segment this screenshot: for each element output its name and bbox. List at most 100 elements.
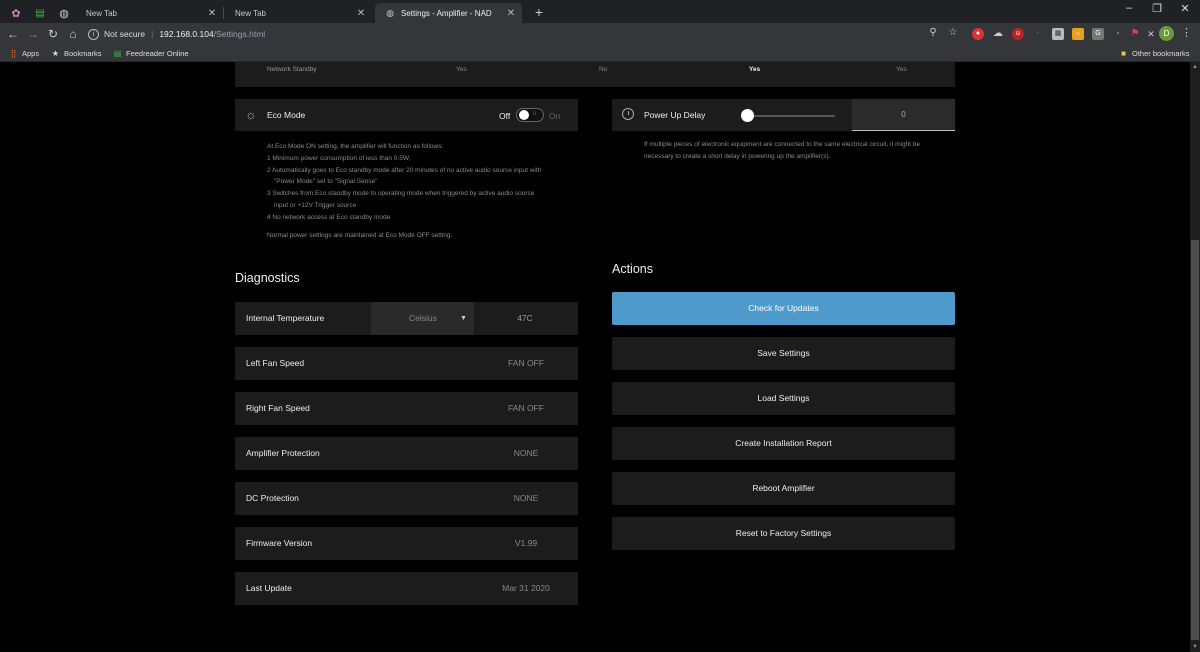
create-installation-report-button[interactable]: Create Installation Report	[612, 427, 955, 460]
bookmark-star-icon[interactable]: ☆	[947, 27, 959, 38]
browser-tab-strip: ✿ ▤ ◍ New Tab ✕ New Tab ✕ ◍ Settings - A…	[0, 0, 1200, 23]
tab-settings-amplifier[interactable]: ◍ Settings - Amplifier - NAD ✕	[375, 3, 522, 23]
tab-title: Settings - Amplifier - NAD	[401, 8, 492, 18]
g-extension-icon[interactable]: G	[1092, 28, 1104, 40]
eco-on-label: On	[549, 111, 561, 121]
profile-avatar[interactable]: D	[1159, 26, 1174, 41]
diag-value: Mar 31 2020	[502, 583, 550, 593]
diag-value: V1.99	[514, 538, 538, 548]
diag-row-firmware-version: Firmware Version V1.99	[235, 527, 578, 560]
diag-row-last-update: Last Update Mar 31 2020	[235, 572, 578, 605]
url-host: 192.168.0.104	[159, 29, 214, 39]
description-line: necessary to create a short delay in pow…	[644, 152, 831, 160]
puzzle-extension-icon[interactable]: ▦	[1052, 28, 1064, 40]
adblock-extension-icon[interactable]: ●	[972, 28, 984, 40]
tab-new-tab-2[interactable]: New Tab ✕	[225, 3, 372, 23]
clock-icon	[622, 108, 634, 120]
pdf-extension-icon[interactable]: ⚑	[1129, 28, 1141, 40]
forward-arrow-icon[interactable]: →	[26, 26, 40, 42]
tab-title: New Tab	[86, 8, 117, 18]
diag-value: FAN OFF	[508, 358, 544, 368]
delay-slider-track[interactable]	[745, 115, 835, 117]
bookmark-label: Bookmarks	[64, 49, 102, 58]
close-icon[interactable]: ✕	[356, 8, 366, 19]
reboot-amplifier-button[interactable]: Reboot Amplifier	[612, 472, 955, 505]
window-close-icon[interactable]: ✕	[1178, 2, 1192, 15]
pinned-tab-flower[interactable]: ✿	[4, 3, 28, 23]
new-tab-button[interactable]: +	[532, 4, 546, 20]
star-icon: ★	[51, 49, 60, 58]
scroll-up-arrow-icon[interactable]: ▲	[1190, 64, 1200, 70]
eco-mode-toggle[interactable]: o	[516, 108, 544, 122]
diag-label: Last Update	[246, 583, 292, 593]
selected-unit: Celsius	[409, 313, 437, 323]
save-settings-button[interactable]: Save Settings	[612, 337, 955, 370]
description-line: If multiple pieces of electronic equipme…	[644, 141, 921, 148]
home-icon[interactable]: ⌂	[66, 26, 80, 42]
toggle-knob	[519, 110, 529, 120]
bookmark-feedreader[interactable]: ▤ Feedreader Online	[113, 48, 189, 59]
feedreader-icon: ▤	[35, 7, 45, 19]
zoom-search-icon[interactable]: ⚲	[927, 27, 939, 38]
cloud-extension-icon[interactable]: ☁	[992, 28, 1004, 40]
minimize-icon[interactable]: –	[1122, 2, 1136, 14]
diag-value: FAN OFF	[508, 403, 544, 413]
reload-icon[interactable]: ↻	[46, 26, 60, 42]
extension-icon[interactable]: ▪	[1032, 28, 1044, 40]
restore-icon[interactable]: ❐	[1150, 2, 1164, 15]
flower-icon: ✿	[11, 7, 21, 20]
actions-heading: Actions	[612, 262, 653, 276]
delay-value-field[interactable]: 0	[852, 99, 955, 131]
network-standby-value: Yes	[896, 66, 907, 73]
tab-new-tab-1[interactable]: New Tab ✕	[76, 3, 223, 23]
info-icon[interactable]: i	[88, 28, 99, 40]
other-bookmarks-label: Other bookmarks	[1132, 49, 1190, 58]
scroll-down-arrow-icon[interactable]: ▼	[1190, 644, 1200, 650]
description-line: "Power Mode" set to "Signal Sense"	[274, 178, 378, 186]
close-icon[interactable]: ✕	[506, 8, 516, 19]
diag-label: Right Fan Speed	[246, 403, 310, 413]
close-icon[interactable]: ✕	[207, 8, 217, 19]
description-line: 3 Switches from Eco standby mode to oper…	[267, 190, 535, 198]
browser-toolbar: ← → ↻ ⌂ i Not secure | 192.168.0.104 /Se…	[0, 23, 1200, 45]
sun-icon: ☼	[245, 107, 257, 122]
scrollbar-thumb[interactable]	[1191, 240, 1199, 640]
url-path: /Settings.html	[213, 29, 266, 39]
bookmark-apps[interactable]: ⣿ Apps	[9, 48, 40, 59]
back-arrow-icon[interactable]: ←	[6, 26, 20, 42]
page-scrollbar[interactable]: ▲ ▼	[1190, 62, 1200, 652]
x-extension-icon[interactable]: ✕	[1145, 28, 1157, 40]
check-for-updates-button[interactable]: Check for Updates	[612, 292, 955, 325]
power-up-delay-panel: Power Up Delay 0	[612, 99, 955, 131]
square-extension-icon[interactable]: ▫	[1112, 28, 1124, 40]
diag-row-amplifier-protection: Amplifier Protection NONE	[235, 437, 578, 470]
honey-extension-icon[interactable]: ⌂	[1072, 28, 1084, 40]
diag-value: NONE	[513, 493, 539, 503]
pinned-tab-feedreader[interactable]: ▤	[28, 3, 52, 23]
network-standby-row: Network Standby Yes No Yes Yes	[235, 62, 955, 87]
load-settings-button[interactable]: Load Settings	[612, 382, 955, 415]
pinned-tab-globe[interactable]: ◍	[52, 3, 76, 23]
ublock-extension-icon[interactable]: u	[1012, 28, 1024, 40]
power-up-delay-description: If multiple pieces of electronic equipme…	[644, 139, 959, 162]
eco-mode-panel: ☼ Eco Mode Off o On	[235, 99, 578, 131]
apps-grid-icon: ⣿	[10, 49, 17, 58]
reset-factory-settings-button[interactable]: Reset to Factory Settings	[612, 517, 955, 550]
address-bar[interactable]: i Not secure | 192.168.0.104 /Settings.h…	[88, 26, 968, 42]
temperature-unit-select[interactable]: Celsius ▼	[371, 302, 474, 335]
other-bookmarks[interactable]: ■ Other bookmarks	[1119, 48, 1190, 59]
globe-icon: ◍	[386, 7, 394, 18]
description-line: 4 No network access at Eco standby mode	[267, 213, 391, 221]
bookmark-bookmarks[interactable]: ★ Bookmarks	[51, 48, 102, 59]
eco-mode-note: Normal power settings are maintained at …	[267, 231, 453, 239]
network-standby-value: Yes	[456, 66, 467, 73]
address-divider: |	[151, 29, 154, 39]
delay-slider-thumb[interactable]	[741, 109, 754, 122]
diag-label: Amplifier Protection	[246, 448, 320, 458]
menu-kebab-icon[interactable]: ⋮	[1181, 26, 1192, 39]
diag-value: 47C	[517, 313, 533, 323]
diag-label: Left Fan Speed	[246, 358, 305, 368]
eco-off-label: Off	[499, 111, 511, 121]
globe-icon: ◍	[59, 7, 69, 20]
diag-row-dc-protection: DC Protection NONE	[235, 482, 578, 515]
